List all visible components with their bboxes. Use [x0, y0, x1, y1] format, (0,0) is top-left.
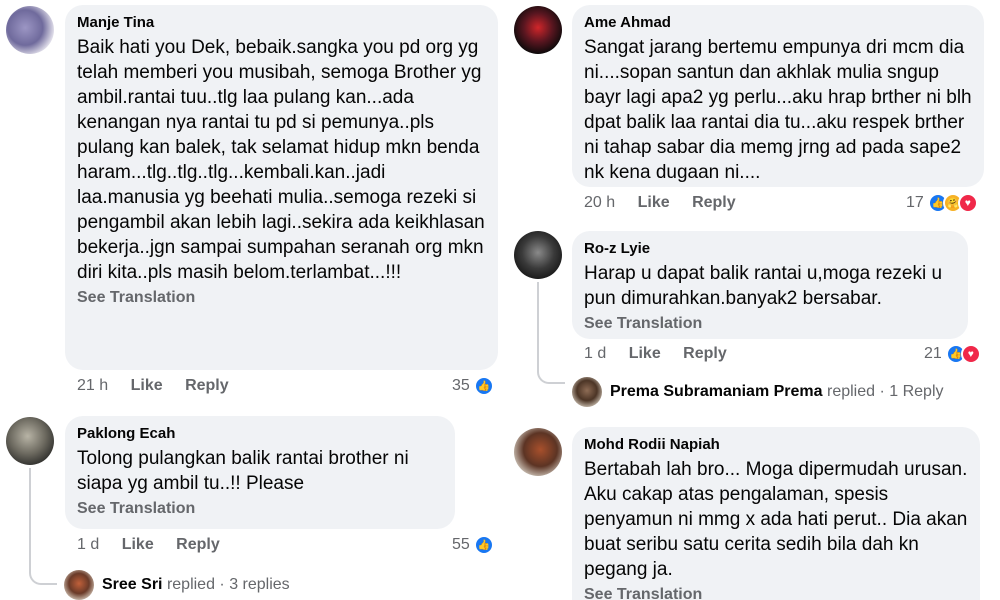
avatar[interactable]: [6, 6, 54, 54]
comment-bubble: Manje Tina Baik hati you Dek, bebaik.san…: [65, 5, 498, 370]
like-reaction-icon: 👍: [473, 535, 494, 555]
see-translation-link[interactable]: See Translation: [77, 498, 443, 520]
commenter-name[interactable]: Manje Tina: [77, 13, 486, 33]
like-button[interactable]: Like: [131, 377, 163, 394]
like-button[interactable]: Like: [638, 194, 670, 211]
comment-bubble: Paklong Ecah Tolong pulangkan balik rant…: [65, 416, 455, 529]
reaction-count: 55: [452, 536, 470, 553]
commenter-name[interactable]: Mohd Rodii Napiah: [584, 435, 968, 455]
reply-avatar: [572, 377, 602, 407]
comment-time[interactable]: 20 h: [584, 194, 615, 211]
like-button[interactable]: Like: [629, 345, 661, 362]
comment-actions: 20 h Like Reply: [584, 194, 736, 212]
comment-actions: 1 d Like Reply: [77, 536, 220, 554]
commenter-name[interactable]: Ame Ahmad: [584, 13, 972, 33]
reply-button[interactable]: Reply: [683, 345, 727, 362]
reaction-summary[interactable]: 55 👍: [452, 535, 494, 555]
reaction-summary[interactable]: 17 👍 🤗 ♥: [906, 193, 978, 213]
avatar[interactable]: [6, 417, 54, 465]
replier-name: Sree Sri: [102, 576, 163, 593]
reply-thread-line: [537, 282, 565, 384]
love-reaction-icon: ♥: [960, 344, 981, 364]
comment-bubble: Ame Ahmad Sangat jarang bertemu empunya …: [572, 5, 984, 187]
reply-button[interactable]: Reply: [176, 536, 220, 553]
see-translation-link[interactable]: See Translation: [584, 584, 968, 600]
comment-time[interactable]: 1 d: [584, 345, 606, 362]
love-reaction-icon: ♥: [957, 193, 978, 213]
commenter-name[interactable]: Paklong Ecah: [77, 424, 443, 444]
like-button[interactable]: Like: [122, 536, 154, 553]
see-translation-link[interactable]: See Translation: [77, 287, 486, 309]
reply-count: · 1 Reply: [879, 383, 944, 400]
view-replies-link[interactable]: Prema Subramaniam Prema replied · 1 Repl…: [572, 377, 944, 407]
comment-text: Bertabah lah bro... Moga dipermudah urus…: [584, 459, 968, 580]
comment-actions: 1 d Like Reply: [584, 345, 727, 363]
replier-name: Prema Subramaniam Prema: [610, 383, 823, 400]
replied-label: replied: [827, 383, 876, 400]
reaction-summary[interactable]: 35 👍: [452, 376, 494, 396]
see-translation-link[interactable]: See Translation: [584, 313, 956, 335]
reaction-count: 35: [452, 377, 470, 394]
replied-label: replied: [166, 576, 215, 593]
comment-time[interactable]: 1 d: [77, 536, 99, 553]
reaction-count: 21: [924, 345, 942, 362]
like-reaction-icon: 👍: [473, 376, 494, 396]
view-replies-link[interactable]: Sree Sri replied · 3 replies: [64, 570, 290, 600]
comment-bubble: Mohd Rodii Napiah Bertabah lah bro... Mo…: [572, 427, 980, 600]
comment-bubble: Ro-z Lyie Harap u dapat balik rantai u,m…: [572, 231, 968, 339]
reply-avatar: [64, 570, 94, 600]
reaction-count: 17: [906, 194, 924, 211]
comment-text: Sangat jarang bertemu empunya dri mcm di…: [584, 37, 972, 183]
comment-text: Tolong pulangkan balik rantai brother ni…: [77, 448, 409, 494]
reply-thread-line: [29, 468, 57, 585]
avatar[interactable]: [514, 428, 562, 476]
reply-count: · 3 replies: [219, 576, 290, 593]
reply-button[interactable]: Reply: [692, 194, 736, 211]
avatar[interactable]: [514, 231, 562, 279]
reaction-summary[interactable]: 21 👍 ♥: [924, 344, 981, 364]
comment-time[interactable]: 21 h: [77, 377, 108, 394]
comment-actions: 21 h Like Reply: [77, 377, 229, 395]
reply-button[interactable]: Reply: [185, 377, 229, 394]
comment-text: Baik hati you Dek, bebaik.sangka you pd …: [77, 37, 485, 283]
commenter-name[interactable]: Ro-z Lyie: [584, 239, 956, 259]
comment-text: Harap u dapat balik rantai u,moga rezeki…: [584, 263, 943, 309]
avatar[interactable]: [514, 6, 562, 54]
